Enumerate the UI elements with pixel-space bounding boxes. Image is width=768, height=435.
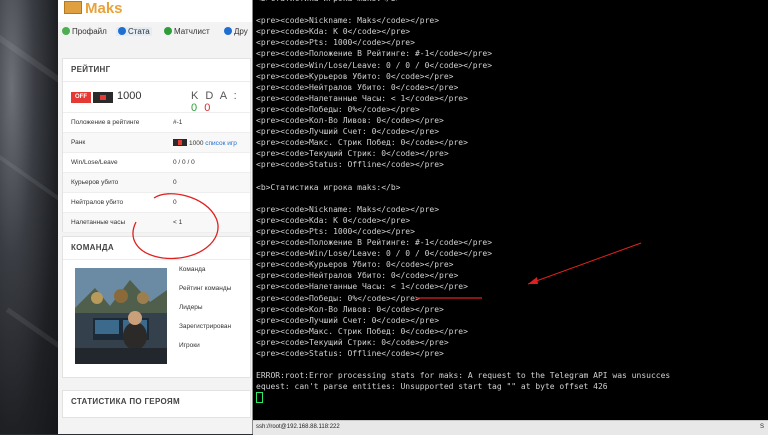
terminal-output: <b>Статистика игрока maks:</b> <pre><code… bbox=[256, 0, 671, 404]
heroes-panel: СТАТИСТИКА ПО ГЕРОЯМ bbox=[62, 390, 251, 418]
rating-header: РЕЙТИНГ bbox=[63, 59, 250, 82]
site-header: Maks bbox=[58, 0, 253, 22]
terminal-line: <pre><code>Лучший Счет: 0</code></pre> bbox=[256, 315, 440, 325]
terminal-line: <pre><code>Pts: 1000</code></pre> bbox=[256, 38, 415, 48]
terminal-line: <pre><code>Курьеров Убито: 0</code></pre… bbox=[256, 260, 454, 270]
table-row: Налетанные часы < 1 bbox=[63, 213, 250, 233]
terminal-line: <pre><code>Макс. Стрик Побед: 0</code></… bbox=[256, 326, 468, 336]
desktop-background bbox=[0, 0, 82, 434]
terminal-line: <pre><code>Текущий Стрик: 0</code></pre> bbox=[256, 149, 449, 159]
rank-mini-icon bbox=[173, 139, 187, 146]
terminal-line: <pre><code>Положение В Рейтинге: #-1</co… bbox=[256, 49, 493, 59]
tab-friends[interactable]: Дру bbox=[224, 27, 248, 36]
stats-icon bbox=[118, 27, 126, 35]
terminal-prompt[interactable] bbox=[256, 392, 670, 404]
terminal-line: <pre><code>Status: Offline</code></pre> bbox=[256, 349, 444, 358]
terminal-line: <pre><code>Kda: K 0</code></pre> bbox=[256, 27, 411, 37]
terminal-statusbar: ssh://root@192.168.88.118:222 S bbox=[253, 420, 768, 435]
terminal-line: <pre><code>Победы: 0%</code></pre> bbox=[256, 293, 420, 303]
terminal-line: equest: can't parse entities: Unsupporte… bbox=[256, 382, 608, 392]
connection-label: ssh://root@192.168.88.118:222 bbox=[256, 424, 340, 430]
rank-badge bbox=[93, 92, 113, 103]
elo-value: 1000 bbox=[117, 90, 142, 102]
terminal-window[interactable]: <b>Статистика игрока maks:</b> <pre><code… bbox=[253, 0, 768, 420]
rating-stats-table: Положение в рейтинге #-1 Ранк 1000 список … bbox=[63, 113, 250, 233]
browser-page: Maks Профайл Стата Матчлист Дру РЕЙТИНГ … bbox=[58, 0, 253, 434]
terminal-line: <pre><code>Кол-Во Ливов: 0</code></pre> bbox=[256, 116, 444, 126]
table-row: Win/Lose/Leave 0 / 0 / 0 bbox=[63, 153, 250, 173]
terminal-line: <pre><code>Nickname: Maks</code></pre> bbox=[256, 204, 440, 214]
rating-summary: OFF 1000 K D A : 0 0 bbox=[63, 82, 250, 114]
logo-icon bbox=[64, 1, 82, 14]
matchlist-icon bbox=[164, 27, 172, 35]
profile-icon bbox=[62, 27, 70, 35]
terminal-line: <pre><code>Налетанные Часы: < 1</code></… bbox=[256, 282, 468, 292]
tab-stats[interactable]: Стата bbox=[116, 27, 152, 36]
off-button[interactable]: OFF bbox=[71, 92, 91, 103]
terminal-line: <pre><code>Налетанные Часы: < 1</code></… bbox=[256, 93, 468, 103]
terminal-line: <pre><code>Status: Offline</code></pre> bbox=[256, 160, 444, 170]
tab-profile[interactable]: Профайл bbox=[62, 27, 107, 36]
terminal-line: <pre><code>Нейтралов Убито: 0</code></pr… bbox=[256, 82, 459, 92]
heroes-header: СТАТИСТИКА ПО ГЕРОЯМ bbox=[71, 397, 180, 406]
terminal-line: <b>Статистика игрока maks:</b> bbox=[256, 182, 401, 192]
terminal-line: <pre><code>Положение В Рейтинге: #-1</co… bbox=[256, 238, 493, 248]
table-row: Положение в рейтинге #-1 bbox=[63, 113, 250, 133]
terminal-line: <pre><code>Pts: 1000</code></pre> bbox=[256, 226, 415, 236]
tab-matchlist[interactable]: Матчлист bbox=[164, 27, 210, 36]
table-row: Курьеров убито 0 bbox=[63, 173, 250, 193]
terminal-line: <pre><code>Кол-Во Ливов: 0</code></pre> bbox=[256, 304, 444, 314]
terminal-line: <pre><code>Курьеров Убито: 0</code></pre… bbox=[256, 71, 454, 81]
terminal-line: <pre><code>Kda: K 0</code></pre> bbox=[256, 215, 411, 225]
friends-icon bbox=[224, 27, 232, 35]
kda-value: K D A : 0 0 bbox=[191, 90, 239, 114]
team-image bbox=[75, 268, 167, 364]
terminal-line: <pre><code>Нейтралов Убито: 0</code></pr… bbox=[256, 271, 459, 281]
terminal-line: ERROR:root:Error processing stats for ma… bbox=[256, 371, 671, 381]
terminal-line: <pre><code>Лучший Счет: 0</code></pre> bbox=[256, 127, 440, 137]
terminal-line: <pre><code>Текущий Стрик: 0</code></pre> bbox=[256, 337, 449, 347]
cursor-icon bbox=[256, 392, 263, 404]
terminal-line: <pre><code>Win/Lose/Leave: 0 / 0 / 0</co… bbox=[256, 60, 493, 70]
terminal-line: <pre><code>Макс. Стрик Побед: 0</code></… bbox=[256, 138, 468, 148]
terminal-line: <pre><code>Win/Lose/Leave: 0 / 0 / 0</co… bbox=[256, 249, 493, 259]
site-logo[interactable]: Maks bbox=[64, 0, 123, 17]
team-labels: Команда Рейтинг команды Лидеры Зарегистр… bbox=[179, 266, 232, 349]
rating-panel: РЕЙТИНГ OFF 1000 K D A : 0 0 Положение в… bbox=[62, 58, 251, 233]
games-list-link[interactable]: список игр bbox=[205, 140, 237, 147]
terminal-line: <pre><code>Победы: 0%</code></pre> bbox=[256, 104, 420, 114]
team-panel: КОМАНДА Команда Рейтинг команды Лидеры З… bbox=[62, 236, 251, 378]
table-row: Ранк 1000 список игр bbox=[63, 133, 250, 153]
table-row: Нейтралов убито 0 bbox=[63, 193, 250, 213]
statusbar-right: S bbox=[759, 424, 764, 430]
team-header: КОМАНДА bbox=[63, 237, 250, 260]
terminal-line: <pre><code>Nickname: Maks</code></pre> bbox=[256, 16, 440, 26]
profile-tabs: Профайл Стата Матчлист Дру bbox=[58, 24, 253, 42]
